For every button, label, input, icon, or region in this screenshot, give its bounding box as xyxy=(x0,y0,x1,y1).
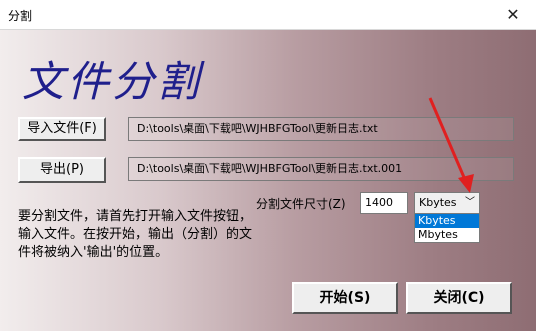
close-icon[interactable]: ✕ xyxy=(490,0,536,29)
title-bar: 分割 ✕ xyxy=(0,0,536,30)
window-title: 分割 xyxy=(8,9,33,23)
annotation-arrow-icon xyxy=(428,97,474,193)
main-panel: 文件分割 导入文件(F) D:\tools\桌面\下载吧\WJHBFGTool\… xyxy=(0,30,536,331)
